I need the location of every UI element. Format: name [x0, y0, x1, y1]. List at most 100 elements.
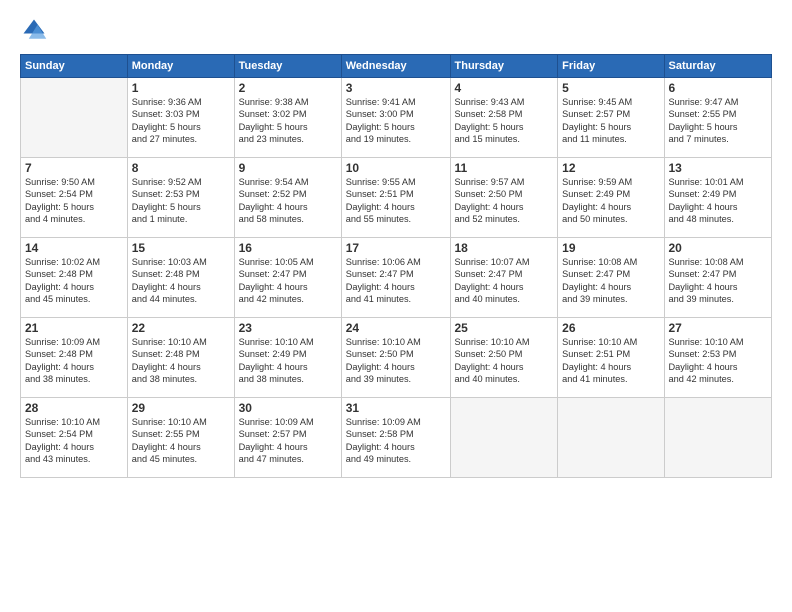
- day-number: 5: [562, 81, 659, 95]
- calendar-header-thursday: Thursday: [450, 55, 558, 78]
- calendar-cell: 19Sunrise: 10:08 AM Sunset: 2:47 PM Dayl…: [558, 238, 664, 318]
- calendar-cell: 21Sunrise: 10:09 AM Sunset: 2:48 PM Dayl…: [21, 318, 128, 398]
- day-number: 22: [132, 321, 230, 335]
- calendar-header-wednesday: Wednesday: [341, 55, 450, 78]
- calendar-cell: 7Sunrise: 9:50 AM Sunset: 2:54 PM Daylig…: [21, 158, 128, 238]
- calendar-cell: [664, 398, 772, 478]
- day-info: Sunrise: 9:52 AM Sunset: 2:53 PM Dayligh…: [132, 176, 230, 226]
- calendar-week-4: 21Sunrise: 10:09 AM Sunset: 2:48 PM Dayl…: [21, 318, 772, 398]
- day-info: Sunrise: 9:55 AM Sunset: 2:51 PM Dayligh…: [346, 176, 446, 226]
- day-info: Sunrise: 10:09 AM Sunset: 2:58 PM Daylig…: [346, 416, 446, 466]
- day-number: 7: [25, 161, 123, 175]
- day-number: 19: [562, 241, 659, 255]
- day-info: Sunrise: 10:10 AM Sunset: 2:51 PM Daylig…: [562, 336, 659, 386]
- calendar-cell: 6Sunrise: 9:47 AM Sunset: 2:55 PM Daylig…: [664, 78, 772, 158]
- day-info: Sunrise: 10:01 AM Sunset: 2:49 PM Daylig…: [669, 176, 768, 226]
- day-number: 20: [669, 241, 768, 255]
- day-info: Sunrise: 10:03 AM Sunset: 2:48 PM Daylig…: [132, 256, 230, 306]
- calendar-cell: 13Sunrise: 10:01 AM Sunset: 2:49 PM Dayl…: [664, 158, 772, 238]
- calendar-cell: 28Sunrise: 10:10 AM Sunset: 2:54 PM Dayl…: [21, 398, 128, 478]
- day-number: 21: [25, 321, 123, 335]
- day-number: 15: [132, 241, 230, 255]
- calendar-cell: [558, 398, 664, 478]
- day-info: Sunrise: 10:05 AM Sunset: 2:47 PM Daylig…: [239, 256, 337, 306]
- calendar: SundayMondayTuesdayWednesdayThursdayFrid…: [20, 54, 772, 478]
- calendar-header-saturday: Saturday: [664, 55, 772, 78]
- calendar-cell: 8Sunrise: 9:52 AM Sunset: 2:53 PM Daylig…: [127, 158, 234, 238]
- day-number: 11: [455, 161, 554, 175]
- day-number: 6: [669, 81, 768, 95]
- day-info: Sunrise: 10:10 AM Sunset: 2:49 PM Daylig…: [239, 336, 337, 386]
- day-number: 28: [25, 401, 123, 415]
- day-info: Sunrise: 10:02 AM Sunset: 2:48 PM Daylig…: [25, 256, 123, 306]
- calendar-week-2: 7Sunrise: 9:50 AM Sunset: 2:54 PM Daylig…: [21, 158, 772, 238]
- calendar-cell: 9Sunrise: 9:54 AM Sunset: 2:52 PM Daylig…: [234, 158, 341, 238]
- logo-icon: [20, 16, 48, 44]
- day-number: 26: [562, 321, 659, 335]
- day-info: Sunrise: 10:10 AM Sunset: 2:50 PM Daylig…: [346, 336, 446, 386]
- day-number: 10: [346, 161, 446, 175]
- calendar-cell: 12Sunrise: 9:59 AM Sunset: 2:49 PM Dayli…: [558, 158, 664, 238]
- calendar-header-friday: Friday: [558, 55, 664, 78]
- day-info: Sunrise: 9:54 AM Sunset: 2:52 PM Dayligh…: [239, 176, 337, 226]
- day-info: Sunrise: 9:36 AM Sunset: 3:03 PM Dayligh…: [132, 96, 230, 146]
- day-info: Sunrise: 9:50 AM Sunset: 2:54 PM Dayligh…: [25, 176, 123, 226]
- day-number: 9: [239, 161, 337, 175]
- day-info: Sunrise: 10:10 AM Sunset: 2:53 PM Daylig…: [669, 336, 768, 386]
- day-number: 12: [562, 161, 659, 175]
- calendar-cell: 22Sunrise: 10:10 AM Sunset: 2:48 PM Dayl…: [127, 318, 234, 398]
- calendar-header-sunday: Sunday: [21, 55, 128, 78]
- day-info: Sunrise: 10:10 AM Sunset: 2:50 PM Daylig…: [455, 336, 554, 386]
- calendar-cell: 30Sunrise: 10:09 AM Sunset: 2:57 PM Dayl…: [234, 398, 341, 478]
- day-info: Sunrise: 10:07 AM Sunset: 2:47 PM Daylig…: [455, 256, 554, 306]
- calendar-cell: 20Sunrise: 10:08 AM Sunset: 2:47 PM Dayl…: [664, 238, 772, 318]
- calendar-cell: 23Sunrise: 10:10 AM Sunset: 2:49 PM Dayl…: [234, 318, 341, 398]
- day-info: Sunrise: 10:10 AM Sunset: 2:54 PM Daylig…: [25, 416, 123, 466]
- day-number: 17: [346, 241, 446, 255]
- day-number: 30: [239, 401, 337, 415]
- header: [20, 16, 772, 44]
- calendar-cell: 11Sunrise: 9:57 AM Sunset: 2:50 PM Dayli…: [450, 158, 558, 238]
- calendar-cell: 26Sunrise: 10:10 AM Sunset: 2:51 PM Dayl…: [558, 318, 664, 398]
- day-info: Sunrise: 9:47 AM Sunset: 2:55 PM Dayligh…: [669, 96, 768, 146]
- calendar-cell: 5Sunrise: 9:45 AM Sunset: 2:57 PM Daylig…: [558, 78, 664, 158]
- calendar-week-1: 1Sunrise: 9:36 AM Sunset: 3:03 PM Daylig…: [21, 78, 772, 158]
- day-info: Sunrise: 9:45 AM Sunset: 2:57 PM Dayligh…: [562, 96, 659, 146]
- calendar-cell: 17Sunrise: 10:06 AM Sunset: 2:47 PM Dayl…: [341, 238, 450, 318]
- day-info: Sunrise: 9:43 AM Sunset: 2:58 PM Dayligh…: [455, 96, 554, 146]
- day-number: 27: [669, 321, 768, 335]
- day-number: 14: [25, 241, 123, 255]
- calendar-cell: 27Sunrise: 10:10 AM Sunset: 2:53 PM Dayl…: [664, 318, 772, 398]
- calendar-cell: 1Sunrise: 9:36 AM Sunset: 3:03 PM Daylig…: [127, 78, 234, 158]
- calendar-header-monday: Monday: [127, 55, 234, 78]
- day-info: Sunrise: 10:10 AM Sunset: 2:48 PM Daylig…: [132, 336, 230, 386]
- calendar-cell: [450, 398, 558, 478]
- day-number: 18: [455, 241, 554, 255]
- day-number: 16: [239, 241, 337, 255]
- logo: [20, 16, 52, 44]
- day-number: 24: [346, 321, 446, 335]
- day-number: 3: [346, 81, 446, 95]
- calendar-cell: 2Sunrise: 9:38 AM Sunset: 3:02 PM Daylig…: [234, 78, 341, 158]
- calendar-cell: 3Sunrise: 9:41 AM Sunset: 3:00 PM Daylig…: [341, 78, 450, 158]
- day-info: Sunrise: 10:09 AM Sunset: 2:57 PM Daylig…: [239, 416, 337, 466]
- calendar-cell: 14Sunrise: 10:02 AM Sunset: 2:48 PM Dayl…: [21, 238, 128, 318]
- calendar-cell: 29Sunrise: 10:10 AM Sunset: 2:55 PM Dayl…: [127, 398, 234, 478]
- calendar-cell: 15Sunrise: 10:03 AM Sunset: 2:48 PM Dayl…: [127, 238, 234, 318]
- day-number: 13: [669, 161, 768, 175]
- calendar-cell: 24Sunrise: 10:10 AM Sunset: 2:50 PM Dayl…: [341, 318, 450, 398]
- day-info: Sunrise: 10:08 AM Sunset: 2:47 PM Daylig…: [669, 256, 768, 306]
- day-info: Sunrise: 10:08 AM Sunset: 2:47 PM Daylig…: [562, 256, 659, 306]
- calendar-cell: 4Sunrise: 9:43 AM Sunset: 2:58 PM Daylig…: [450, 78, 558, 158]
- calendar-cell: 10Sunrise: 9:55 AM Sunset: 2:51 PM Dayli…: [341, 158, 450, 238]
- day-info: Sunrise: 10:10 AM Sunset: 2:55 PM Daylig…: [132, 416, 230, 466]
- day-number: 8: [132, 161, 230, 175]
- day-number: 31: [346, 401, 446, 415]
- calendar-cell: 31Sunrise: 10:09 AM Sunset: 2:58 PM Dayl…: [341, 398, 450, 478]
- day-info: Sunrise: 9:59 AM Sunset: 2:49 PM Dayligh…: [562, 176, 659, 226]
- calendar-cell: [21, 78, 128, 158]
- calendar-header-row: SundayMondayTuesdayWednesdayThursdayFrid…: [21, 55, 772, 78]
- day-number: 1: [132, 81, 230, 95]
- day-number: 2: [239, 81, 337, 95]
- calendar-header-tuesday: Tuesday: [234, 55, 341, 78]
